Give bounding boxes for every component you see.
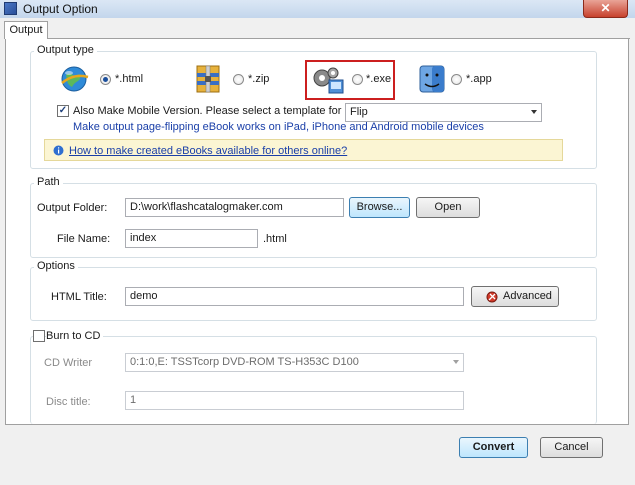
file-name-field[interactable]: index [125, 229, 258, 248]
open-button[interactable]: Open [416, 197, 480, 218]
burn-to-cd-label[interactable]: Burn to CD [46, 330, 104, 342]
browse-button[interactable]: Browse... [349, 197, 410, 218]
zip-option-label[interactable]: *.zip [248, 73, 269, 85]
chevron-down-icon [453, 360, 459, 364]
advanced-button-label: Advanced [503, 290, 552, 302]
html-radio[interactable] [100, 74, 111, 85]
exe-radio[interactable] [352, 74, 363, 85]
info-icon [53, 145, 64, 156]
close-button[interactable]: ✕ [583, 0, 628, 18]
disc-title-label: Disc title: [46, 396, 91, 408]
burn-to-cd-checkbox[interactable] [33, 330, 45, 342]
mobile-version-checkbox[interactable]: ✓ [57, 105, 69, 117]
burn-to-cd-group [30, 336, 597, 424]
app-radio[interactable] [451, 74, 462, 85]
app-icon [4, 2, 17, 15]
convert-button[interactable]: Convert [459, 437, 528, 458]
app-option-label[interactable]: *.app [466, 73, 492, 85]
mobile-version-label[interactable]: Also Make Mobile Version. Please select … [73, 105, 380, 117]
path-legend: Path [34, 176, 63, 188]
mobile-template-dropdown[interactable]: Flip [345, 103, 542, 122]
mac-finder-icon [419, 65, 445, 93]
help-link[interactable]: How to make created eBooks available for… [69, 145, 347, 157]
disc-title-field[interactable]: 1 [125, 391, 464, 410]
path-group [30, 183, 597, 258]
output-folder-label: Output Folder: [37, 202, 108, 214]
advanced-tools-icon [486, 291, 498, 303]
zip-archive-icon [196, 65, 220, 93]
html-title-field[interactable]: demo [125, 287, 464, 306]
cd-writer-value: 0:1:0,E: TSSTcorp DVD-ROM TS-H353C D100 [130, 356, 359, 368]
output-folder-field[interactable]: D:\work\flashcatalogmaker.com [125, 198, 344, 217]
footer-divider [5, 424, 629, 425]
tab-output[interactable]: Output [4, 21, 48, 39]
zip-radio[interactable] [233, 74, 244, 85]
cancel-button[interactable]: Cancel [540, 437, 603, 458]
globe-icon [61, 66, 89, 92]
output-type-legend: Output type [34, 44, 97, 56]
mobile-hint-text: Make output page-flipping eBook works on… [73, 121, 484, 133]
window-title: Output Option [23, 2, 98, 16]
exe-option-label[interactable]: *.exe [366, 73, 391, 85]
gears-exe-icon [313, 67, 344, 94]
cd-writer-dropdown[interactable]: 0:1:0,E: TSSTcorp DVD-ROM TS-H353C D100 [125, 353, 464, 372]
file-name-label: File Name: [57, 233, 111, 245]
advanced-button[interactable]: Advanced [471, 286, 559, 307]
html-title-label: HTML Title: [51, 291, 107, 303]
file-extension-label: .html [263, 233, 287, 245]
title-bar[interactable]: Output Option ✕ [0, 0, 635, 18]
html-option-label[interactable]: *.html [115, 73, 143, 85]
mobile-template-value: Flip [350, 106, 368, 118]
options-legend: Options [34, 260, 78, 272]
chevron-down-icon [531, 110, 537, 114]
cd-writer-label: CD Writer [44, 357, 93, 369]
